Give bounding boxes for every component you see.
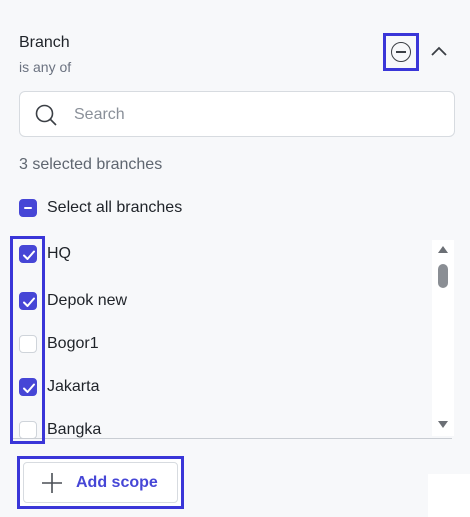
chevron-up-icon[interactable]: [429, 42, 449, 62]
branch-checkbox[interactable]: [19, 292, 37, 310]
list-item-bangka[interactable]: Bangka: [19, 419, 101, 439]
branch-label: Bangka: [47, 421, 102, 438]
plus-icon: [42, 473, 62, 493]
select-all-row[interactable]: Select all branches: [19, 197, 182, 219]
branch-checkbox[interactable]: [19, 245, 37, 263]
minus-circle-icon: [391, 42, 411, 62]
corner-blank: [428, 474, 470, 517]
select-all-label: Select all branches: [47, 199, 183, 216]
branch-label: HQ: [47, 245, 71, 262]
list-item-bogor1[interactable]: Bogor1: [19, 333, 99, 355]
list-item-jakarta[interactable]: Jakarta: [19, 376, 99, 398]
scroll-up-arrow-icon[interactable]: [438, 246, 448, 253]
filter-operator[interactable]: is any of: [19, 59, 71, 75]
scroll-down-arrow-icon[interactable]: [438, 421, 448, 428]
branch-label: Bogor1: [47, 335, 99, 352]
search-input[interactable]: [72, 102, 436, 128]
selected-count: 3 selected branches: [19, 156, 163, 173]
search-box[interactable]: [19, 91, 455, 137]
branch-checkbox[interactable]: [19, 378, 37, 396]
branch-label: Jakarta: [47, 378, 100, 395]
remove-filter-button[interactable]: [383, 33, 419, 71]
list-item-hq[interactable]: HQ: [19, 243, 71, 265]
branch-checkbox[interactable]: [19, 421, 37, 439]
list-item-depok-new[interactable]: Depok new: [19, 290, 127, 312]
scroll-thumb[interactable]: [438, 264, 448, 288]
search-icon: [35, 104, 57, 126]
branch-checkbox[interactable]: [19, 335, 37, 353]
branch-label: Depok new: [47, 292, 128, 309]
add-scope-button[interactable]: Add scope: [17, 456, 184, 509]
add-scope-label: Add scope: [76, 474, 158, 491]
select-all-checkbox[interactable]: [19, 199, 37, 217]
list-divider: [10, 438, 452, 439]
list-scrollbar[interactable]: [432, 240, 454, 436]
branch-filter-panel: Branch is any of 3 selected branches Sel…: [0, 0, 470, 517]
branch-list: HQ Depok new Bogor1 Jakarta Bangka: [10, 236, 455, 439]
filter-title: Branch: [19, 34, 70, 51]
